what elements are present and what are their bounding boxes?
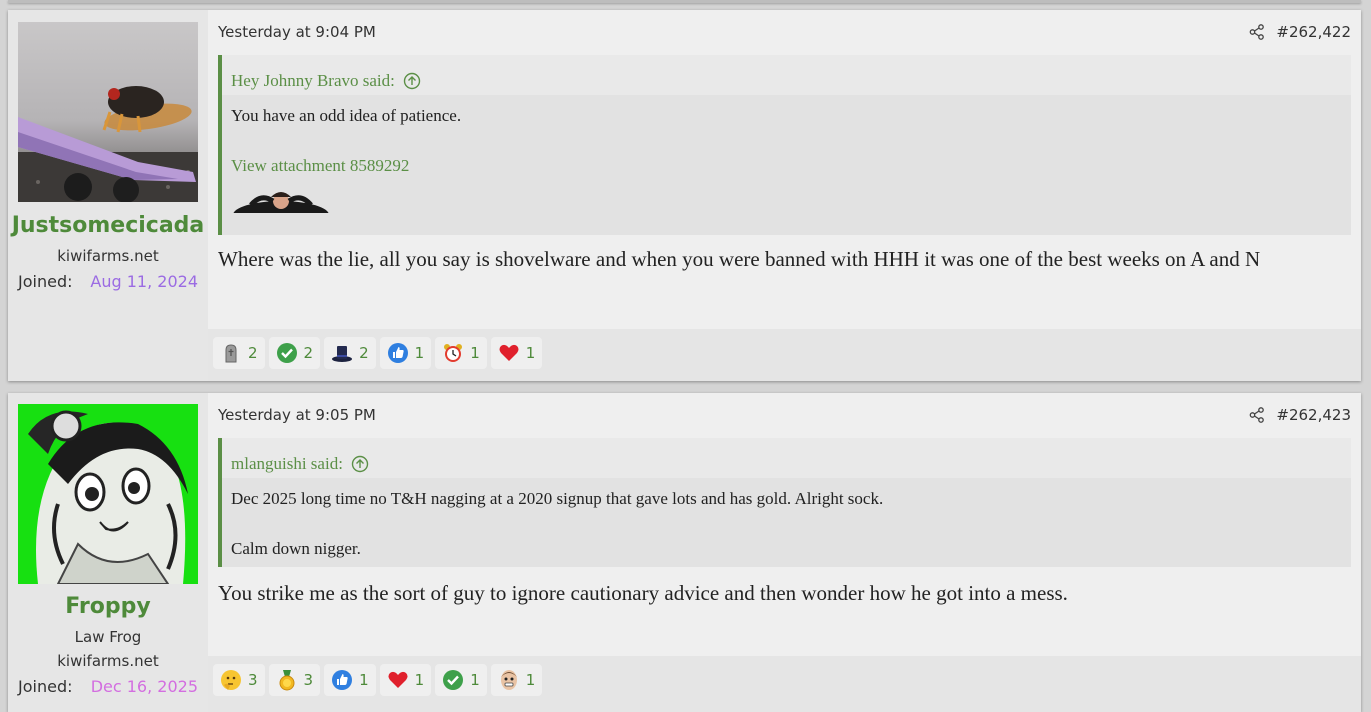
avatar[interactable] <box>18 22 198 202</box>
reaction-count: 1 <box>525 671 536 689</box>
post-date[interactable]: Yesterday at 9:04 PM <box>218 23 376 41</box>
quote-text: You have an odd idea of patience. <box>231 106 462 125</box>
user-title: Law Frog <box>74 628 142 646</box>
quote-header[interactable]: mlanguishi said: <box>222 438 1351 478</box>
quote-author[interactable]: Hey Johnny Bravo said: <box>231 71 395 91</box>
share-icon[interactable] <box>1249 24 1265 40</box>
reaction-count: 1 <box>470 671 480 689</box>
quote-body: Dec 2025 long time no T&H nagging at a 2… <box>222 478 1351 560</box>
post: Froppy Law Frog kiwifarms.net Joined: De… <box>8 393 1361 712</box>
reaction-count: 2 <box>303 344 314 362</box>
reaction-tombstone[interactable]: 2 <box>213 337 265 369</box>
arrow-up-circle-icon[interactable] <box>403 72 421 90</box>
face-icon <box>500 670 517 690</box>
tombstone-icon <box>225 344 237 363</box>
reaction-bar: 3 3 1 1 1 1 <box>208 656 1361 712</box>
thumbs-up-icon <box>387 343 408 363</box>
user-pane: Justsomecicada kiwifarms.net Joined: Aug… <box>8 10 208 381</box>
user-pane: Froppy Law Frog kiwifarms.net Joined: De… <box>8 393 208 712</box>
joined-label: Joined: <box>18 677 73 696</box>
quote-block: mlanguishi said: Dec 2025 long time no T… <box>218 438 1351 567</box>
alarm-clock-icon <box>444 344 463 362</box>
reaction-count: 1 <box>470 344 480 362</box>
reaction-thinking[interactable]: 3 <box>213 664 265 696</box>
green-check-icon <box>443 670 464 690</box>
reaction-count: 1 <box>414 344 425 362</box>
post-main: Yesterday at 9:05 PM #262,423 mlanguishi… <box>208 393 1361 712</box>
thinking-face-icon <box>221 670 241 690</box>
joined-date: Aug 11, 2024 <box>90 272 198 291</box>
user-banner: kiwifarms.net <box>57 247 159 265</box>
quote-header[interactable]: Hey Johnny Bravo said: <box>222 55 1351 95</box>
green-check-icon <box>276 343 297 363</box>
post-number-link[interactable]: #262,422 <box>1276 23 1351 41</box>
reaction-count: 3 <box>303 671 314 689</box>
username[interactable]: Justsomecicada <box>8 213 208 238</box>
reaction-check[interactable]: 1 <box>435 664 487 696</box>
reaction-heart[interactable]: 1 <box>379 664 432 696</box>
reaction-count: 3 <box>248 671 258 689</box>
reaction-face[interactable]: 1 <box>490 664 543 696</box>
user-banner: kiwifarms.net <box>57 652 159 670</box>
previous-post-edge <box>8 0 1361 3</box>
share-icon[interactable] <box>1249 407 1265 423</box>
reaction-medal[interactable]: 3 <box>268 664 321 696</box>
reaction-alarm-clock[interactable]: 1 <box>435 337 487 369</box>
quote-block: Hey Johnny Bravo said: You have an odd i… <box>218 55 1351 235</box>
cicada-avatar-image <box>18 22 198 202</box>
reaction-heart[interactable]: 1 <box>490 337 543 369</box>
quote-text: Calm down nigger. <box>231 539 361 558</box>
reaction-bar: 2 2 2 1 1 1 <box>208 329 1361 381</box>
reaction-top-hat[interactable]: 2 <box>324 337 376 369</box>
froppy-avatar-image <box>18 404 198 584</box>
arrow-up-circle-icon[interactable] <box>351 455 369 473</box>
reaction-thumbs-up[interactable]: 1 <box>324 664 376 696</box>
reaction-check[interactable]: 2 <box>268 337 321 369</box>
quote-author[interactable]: mlanguishi said: <box>231 454 343 474</box>
attachment-link[interactable]: View attachment 8589292 <box>231 155 1342 177</box>
quote-text: Dec 2025 long time no T&H nagging at a 2… <box>231 489 884 508</box>
reaction-count: 2 <box>248 344 258 362</box>
reaction-count: 1 <box>414 671 425 689</box>
quote-body: You have an odd idea of patience. View a… <box>222 95 1351 229</box>
post-body-text: You strike me as the sort of guy to igno… <box>218 581 1068 605</box>
joined-label: Joined: <box>18 272 73 291</box>
heart-icon <box>388 671 408 688</box>
username[interactable]: Froppy <box>8 594 208 619</box>
post-main: Yesterday at 9:04 PM #262,422 Hey Johnny… <box>208 10 1361 381</box>
heart-icon <box>499 344 519 361</box>
top-hat-icon <box>332 346 353 362</box>
reaction-count: 1 <box>359 671 369 689</box>
reaction-thumbs-up[interactable]: 1 <box>379 337 432 369</box>
post: Justsomecicada kiwifarms.net Joined: Aug… <box>8 10 1361 381</box>
reaction-count: 2 <box>359 344 369 362</box>
post-number-link[interactable]: #262,423 <box>1276 406 1351 424</box>
thumbs-up-icon <box>332 670 353 690</box>
avatar[interactable] <box>18 404 198 584</box>
attachment-thumbnail[interactable] <box>231 191 331 229</box>
gold-medal-icon <box>279 670 295 691</box>
post-date[interactable]: Yesterday at 9:05 PM <box>218 406 376 424</box>
reaction-count: 1 <box>525 344 536 362</box>
post-body-text: Where was the lie, all you say is shovel… <box>218 247 1261 271</box>
joined-date: Dec 16, 2025 <box>90 677 198 696</box>
